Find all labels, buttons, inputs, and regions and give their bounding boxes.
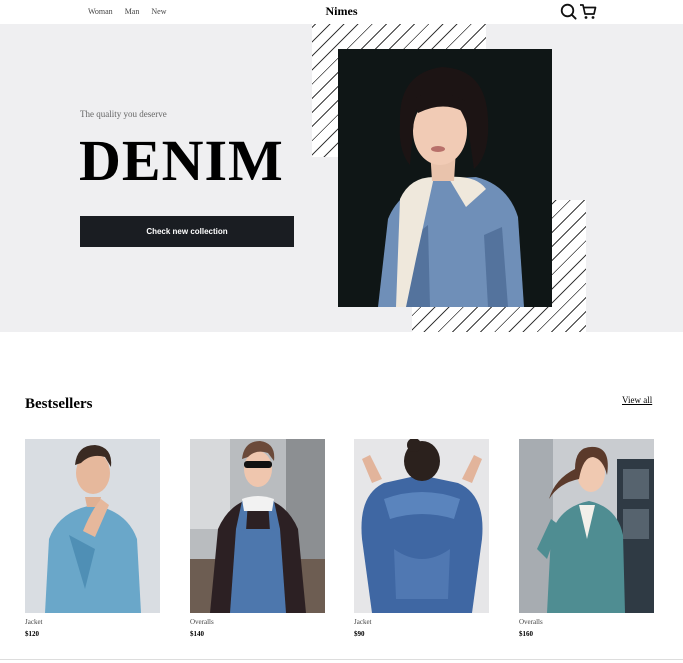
hero-model-photo — [338, 49, 552, 307]
product-name: Jacket — [354, 618, 372, 626]
nav-link-new[interactable]: New — [151, 7, 166, 16]
brand-logo[interactable]: Nimes — [326, 4, 358, 18]
site-header: Woman Man New Nimes — [0, 0, 683, 24]
product-price: $140 — [190, 630, 204, 638]
bottom-divider — [0, 659, 683, 660]
nav-link-man[interactable]: Man — [125, 7, 140, 16]
product-card[interactable]: Overalls $160 — [519, 439, 654, 638]
nav-link-woman[interactable]: Woman — [88, 7, 113, 16]
main-nav: Woman Man New — [88, 7, 166, 16]
product-price: $160 — [519, 630, 533, 638]
product-name: Overalls — [519, 618, 543, 626]
view-all-link[interactable]: View all — [622, 395, 652, 405]
product-price: $90 — [354, 630, 365, 638]
product-card[interactable]: Overalls $140 — [190, 439, 325, 638]
bestsellers-title: Bestsellers — [25, 396, 93, 412]
product-image-overalls-teal[interactable] — [519, 439, 654, 613]
product-card[interactable]: Jacket $120 — [25, 439, 160, 638]
hero-tagline: The quality you deserve — [80, 109, 167, 119]
product-image-overalls[interactable] — [190, 439, 325, 613]
product-price: $120 — [25, 630, 39, 638]
search-icon[interactable] — [560, 3, 577, 20]
product-name: Jacket — [25, 618, 43, 626]
header-icons — [560, 3, 597, 20]
cart-icon[interactable] — [579, 3, 597, 20]
product-card[interactable]: Jacket $90 — [354, 439, 489, 638]
product-image-jacket[interactable] — [25, 439, 160, 613]
hero-headline: DENIM — [79, 128, 284, 193]
product-name: Overalls — [190, 618, 214, 626]
product-image-jacket-back[interactable] — [354, 439, 489, 613]
check-new-collection-button[interactable]: Check new collection — [80, 216, 294, 247]
hero-banner: The quality you deserve DENIM Check new … — [0, 24, 683, 332]
